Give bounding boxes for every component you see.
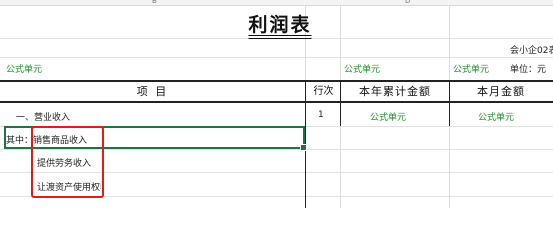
gridline — [0, 57, 553, 58]
unit-label[interactable]: 单位：元 — [510, 62, 546, 75]
row-line-no[interactable]: 1 — [318, 110, 324, 120]
row-ytd-formula[interactable]: 公式单元 — [370, 110, 406, 123]
column-letter-d[interactable]: D — [405, 0, 410, 5]
header-line-no[interactable]: 行次 — [307, 82, 340, 101]
header-month-amount[interactable]: 本月金额 — [451, 82, 551, 101]
gridline — [0, 38, 553, 39]
formula-cell-label[interactable]: 公式单元 — [344, 62, 380, 75]
column-border — [305, 101, 306, 208]
formula-cell-label[interactable]: 公式单元 — [453, 62, 489, 75]
sheet-title[interactable]: 利润表 — [230, 10, 330, 37]
form-code-note[interactable]: 会小企02表 — [510, 43, 553, 56]
column-border — [449, 101, 450, 126]
header-ytd-amount[interactable]: 本年累计金额 — [342, 82, 448, 101]
highlight-annotation-box — [31, 126, 104, 198]
column-header-strip — [0, 0, 553, 6]
fill-handle[interactable] — [300, 144, 307, 151]
row-month-formula[interactable]: 公式单元 — [478, 110, 514, 123]
column-border — [340, 101, 341, 126]
formula-cell-label[interactable]: 公式单元 — [6, 62, 42, 75]
header-divider — [305, 82, 306, 101]
header-item[interactable]: 项 目 — [0, 82, 305, 101]
header-divider — [449, 82, 450, 101]
table-header-row: 项 目 行次 本年累计金额 本月金额 — [0, 80, 553, 103]
column-letter-b[interactable]: B — [152, 0, 157, 5]
row-item-operating-revenue[interactable]: 一、营业收入 — [16, 110, 70, 123]
header-divider — [340, 82, 341, 101]
